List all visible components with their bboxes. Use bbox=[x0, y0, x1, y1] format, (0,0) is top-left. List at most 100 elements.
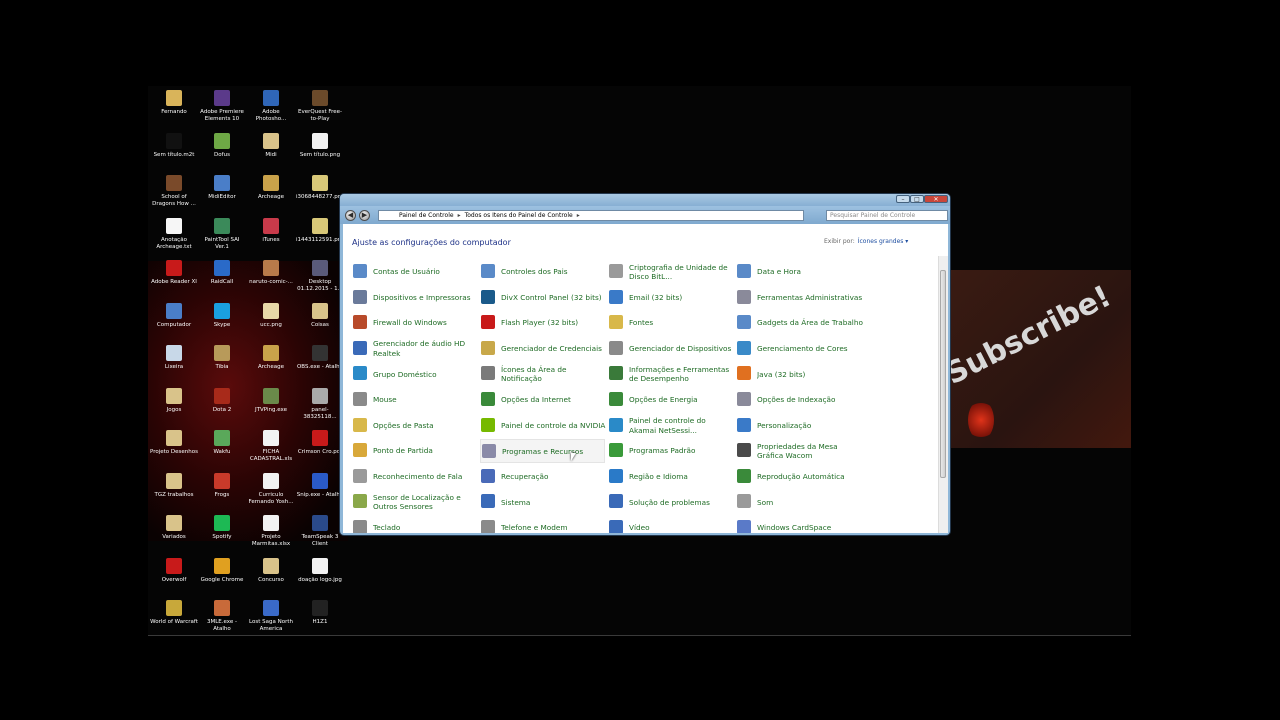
address-bar[interactable]: Painel de Controle ▸ Todos os Itens do Pai… bbox=[378, 210, 804, 221]
cp-item-windows-cardspace[interactable]: Windows CardSpace bbox=[736, 516, 861, 533]
cp-item-reproducao-automatica[interactable]: Reprodução Automática bbox=[736, 465, 861, 489]
desktop-icon-curriculo-fernando-yosh[interactable]: Curriculo Fernando Yosh... bbox=[247, 472, 295, 506]
cp-item-programas-e-recursos[interactable]: Programas e Recursos bbox=[480, 439, 605, 464]
cp-item-reconhecimento-de-fala[interactable]: Reconhecimento de Fala bbox=[352, 465, 477, 489]
breadcrumb-control-panel[interactable]: Painel de Controle bbox=[399, 212, 454, 219]
desktop-icon-desktop-01-12-2015-1[interactable]: Desktop 01.12.2015 - 1... bbox=[296, 260, 344, 293]
desktop-icon-panel-38325118[interactable]: panel-38325118... bbox=[296, 387, 344, 421]
cp-item-recuperacao[interactable]: Recuperação bbox=[480, 465, 605, 489]
cp-item-gerenciador-de-audio-hd-realtek[interactable]: Gerenciador de áudio HD Realtek bbox=[352, 337, 477, 361]
desktop-icon-sem-titulo-png[interactable]: Sem título.png bbox=[296, 132, 344, 159]
cp-item-ponto-de-partida[interactable]: Ponto de Partida bbox=[352, 439, 477, 463]
cp-item-firewall-do-windows[interactable]: Firewall do Windows bbox=[352, 311, 477, 335]
desktop-icon-overwolf[interactable]: Overwolf bbox=[150, 557, 198, 584]
cp-item-propriedades-da-mesa-grafica-wacom[interactable]: Propriedades da Mesa Gráfica Wacom bbox=[736, 439, 861, 463]
cp-item-gerenciamento-de-cores[interactable]: Gerenciamento de Cores bbox=[736, 337, 861, 361]
vertical-scrollbar[interactable] bbox=[938, 256, 948, 533]
desktop-icon-frogs[interactable]: Frogs bbox=[198, 472, 246, 499]
cp-item-fontes[interactable]: Fontes bbox=[608, 311, 733, 335]
cp-item-painel-de-controle-da-nvidia[interactable]: Painel de controle da NVIDIA bbox=[480, 414, 605, 438]
cp-item-grupo-domestico[interactable]: Grupo Doméstico bbox=[352, 362, 477, 386]
close-button[interactable]: ✕ bbox=[924, 195, 948, 203]
desktop-icon-raidcall[interactable]: RaidCall bbox=[198, 260, 246, 286]
desktop-icon-ficha-cadastral-xls[interactable]: FICHA CADASTRAL.xls bbox=[247, 430, 295, 463]
cp-item-controles-dos-pais[interactable]: Controles dos Pais bbox=[480, 260, 605, 284]
desktop-icon-midieditor[interactable]: MidiEditor bbox=[198, 175, 246, 201]
desktop-icon-midi[interactable]: Midi bbox=[247, 132, 295, 159]
search-input[interactable]: Pesquisar Painel de Controle bbox=[826, 210, 948, 221]
desktop-icon-crimson-cro-pdf[interactable]: Crimson Cro.pdf bbox=[296, 430, 344, 456]
desktop-icon-concurso[interactable]: Concurso bbox=[247, 557, 295, 584]
desktop-icon-tibia[interactable]: Tibia bbox=[198, 345, 246, 371]
desktop-icon-adobe-premiere-elements-10[interactable]: Adobe Premiere Elements 10 bbox=[198, 90, 246, 123]
desktop-icon-naruto-comic[interactable]: naruto-comic-... bbox=[247, 260, 295, 286]
desktop-icon-world-of-warcraft[interactable]: World of Warcraft bbox=[150, 600, 198, 626]
desktop-icon-obs-exe-atalho[interactable]: OBS.exe - Atalho bbox=[296, 345, 344, 371]
desktop-icon-spotify[interactable]: Spotify bbox=[198, 515, 246, 541]
cp-item-programas-padrao[interactable]: Programas Padrão bbox=[608, 439, 733, 463]
desktop-icon-coisas[interactable]: Coisas bbox=[296, 302, 344, 329]
cp-item-data-e-hora[interactable]: Data e Hora bbox=[736, 260, 861, 284]
scrollbar-thumb[interactable] bbox=[940, 270, 946, 478]
desktop-icon-archeage[interactable]: Archeage bbox=[247, 175, 295, 201]
cp-item-informacoes-e-ferramentas-de-desempenho[interactable]: Informações e Ferramentas de Desempenho bbox=[608, 362, 733, 386]
desktop-icon-dota-2[interactable]: Dota 2 bbox=[198, 387, 246, 414]
desktop-icon-i3068448277-png[interactable]: i3068448277.png bbox=[296, 175, 345, 201]
desktop-icon-itunes[interactable]: iTunes bbox=[247, 217, 295, 244]
desktop-icon-teamspeak-3-client[interactable]: TeamSpeak 3 Client bbox=[296, 515, 344, 548]
cp-item-sensor-de-localizacao-e-outros-sensores[interactable]: Sensor de Localização e Outros Sensores bbox=[352, 490, 477, 514]
title-bar[interactable]: – □ ✕ bbox=[340, 194, 950, 206]
desktop-icon-3mle-exe-atalho[interactable]: 3MLE.exe - Atalho bbox=[198, 600, 246, 633]
cp-item-telefone-e-modem[interactable]: Telefone e Modem bbox=[480, 516, 605, 533]
desktop-icon-tgz-trabalhos[interactable]: TGZ trabalhos bbox=[150, 472, 198, 499]
cp-item-icones-da-area-de-notificacao[interactable]: Ícones da Área de Notificação bbox=[480, 362, 605, 386]
desktop-icon-adobe-photosho[interactable]: Adobe Photosho... bbox=[247, 90, 295, 123]
cp-item-email-32-bits[interactable]: Email (32 bits) bbox=[608, 286, 733, 310]
view-by-dropdown[interactable]: Ícones grandes ▾ bbox=[858, 238, 909, 245]
cp-item-sistema[interactable]: Sistema bbox=[480, 490, 605, 514]
desktop-icon-archeage[interactable]: Archeage bbox=[247, 345, 295, 371]
cp-item-ferramentas-administrativas[interactable]: Ferramentas Administrativas bbox=[736, 286, 862, 310]
cp-item-flash-player-32-bits[interactable]: Flash Player (32 bits) bbox=[480, 311, 605, 335]
desktop-icon-dofus[interactable]: Dofus bbox=[198, 132, 246, 159]
cp-item-opcoes-de-indexacao[interactable]: Opções de Indexação bbox=[736, 388, 861, 412]
cp-item-video[interactable]: Vídeo bbox=[608, 516, 733, 533]
desktop-icon-i1443112591-png[interactable]: i1443112591.png bbox=[296, 217, 345, 244]
desktop-icon-everquest-free-to-play[interactable]: EverQuest Free-to-Play bbox=[296, 90, 344, 123]
cp-item-criptografia-de-unidade-de-disco-bitl[interactable]: Criptografia de Unidade de Disco BitL... bbox=[608, 260, 733, 284]
cp-item-divx-control-panel-32-bits[interactable]: DivX Control Panel (32 bits) bbox=[480, 286, 605, 310]
cp-item-gadgets-da-area-de-trabalho[interactable]: Gadgets da Área de Trabalho bbox=[736, 311, 863, 335]
desktop-icon-lost-saga-north-america[interactable]: Lost Saga North America bbox=[247, 600, 295, 633]
cp-item-opcoes-de-energia[interactable]: Opções de Energia bbox=[608, 388, 733, 412]
cp-item-java-32-bits[interactable]: Java (32 bits) bbox=[736, 362, 861, 386]
maximize-button[interactable]: □ bbox=[910, 195, 924, 203]
desktop-icon-snip-exe-atalho[interactable]: Snip.exe - Atalho bbox=[296, 472, 344, 499]
desktop-icon-projeto-desenhos[interactable]: Projeto Desenhos bbox=[150, 430, 198, 456]
cp-item-dispositivos-e-impressoras[interactable]: Dispositivos e Impressoras bbox=[352, 286, 477, 310]
desktop-icon-adobe-reader-xi[interactable]: Adobe Reader XI bbox=[150, 260, 198, 286]
desktop-icon-jtvping-exe[interactable]: JTVPing.exe bbox=[247, 387, 295, 414]
desktop-icon-variados[interactable]: Variados bbox=[150, 515, 198, 541]
cp-item-gerenciador-de-dispositivos[interactable]: Gerenciador de Dispositivos bbox=[608, 337, 733, 361]
cp-item-solucao-de-problemas[interactable]: Solução de problemas bbox=[608, 490, 733, 514]
desktop-icon-ucc-png[interactable]: ucc.png bbox=[247, 302, 295, 329]
desktop-icon-anotacao-archeage-txt[interactable]: Anotação Archeage.txt bbox=[150, 217, 198, 251]
desktop-icon-sem-titulo-m2t[interactable]: Sem título.m2t bbox=[150, 132, 198, 159]
forward-button[interactable]: ▶ bbox=[359, 210, 370, 221]
cp-item-opcoes-de-pasta[interactable]: Opções de Pasta bbox=[352, 414, 477, 438]
desktop-icon-fernando[interactable]: Fernando bbox=[150, 90, 198, 116]
breadcrumb-all-items[interactable]: Todos os Itens do Painel de Controle bbox=[465, 212, 573, 219]
desktop-icon-h1z1[interactable]: H1Z1 bbox=[296, 600, 344, 626]
desktop-icon-projeto-marmitas-xlsx[interactable]: Projeto Marmitas.xlsx bbox=[247, 515, 295, 548]
desktop-icon-painttool-sai-ver-1[interactable]: PaintTool SAI Ver.1 bbox=[198, 217, 246, 251]
cp-item-regiao-e-idioma[interactable]: Região e Idioma bbox=[608, 465, 733, 489]
minimize-button[interactable]: – bbox=[896, 195, 910, 203]
cp-item-personalizacao[interactable]: Personalização bbox=[736, 414, 861, 438]
desktop-icon-jogos[interactable]: Jogos bbox=[150, 387, 198, 414]
cp-item-painel-de-controle-do-akamai-netsessi[interactable]: Painel de controle do Akamai NetSessi... bbox=[608, 414, 733, 438]
desktop-icon-school-of-dragons-how[interactable]: School of Dragons How ... bbox=[150, 175, 198, 208]
desktop-icon-doacao-logo-jpg[interactable]: doação logo.jpg bbox=[296, 557, 344, 584]
cp-item-teclado[interactable]: Teclado bbox=[352, 516, 477, 533]
desktop-icon-skype[interactable]: Skype bbox=[198, 302, 246, 329]
desktop-icon-lixeira[interactable]: Lixeira bbox=[150, 345, 198, 371]
